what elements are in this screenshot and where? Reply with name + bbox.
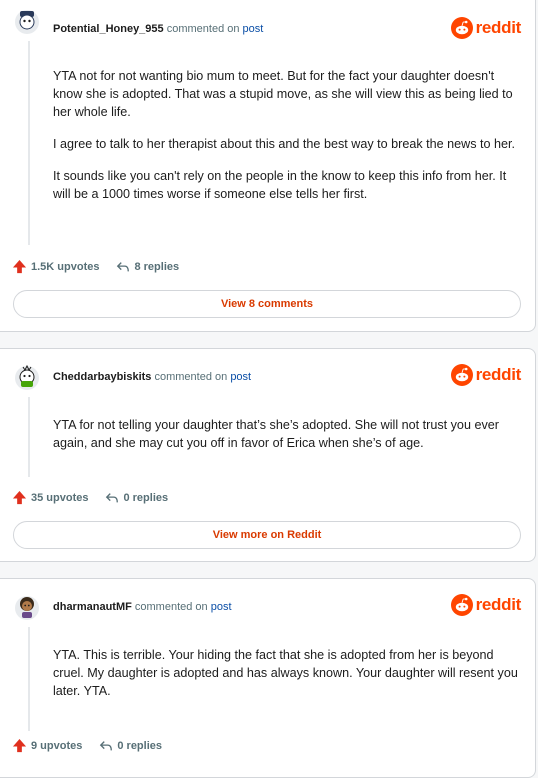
upvote-count: 1.5K upvotes <box>31 260 100 273</box>
reply-count: 8 replies <box>134 260 180 273</box>
reply-count: 0 replies <box>123 491 169 504</box>
comment-paragraph: It sounds like you can't rely on the peo… <box>53 169 507 201</box>
username[interactable]: Cheddarbaybiskits <box>53 371 151 383</box>
thread-line <box>28 397 30 477</box>
post-link[interactable]: post <box>211 601 232 613</box>
comment-actions: 35 upvotes 0 replies <box>12 490 185 505</box>
reddit-logo-text: reddit <box>475 18 522 37</box>
comment-paragraph: YTA for not telling your daughter that’s… <box>53 418 499 450</box>
comment-body: YTA not for not wanting bio mum to meet.… <box>53 67 523 217</box>
upvote-button[interactable]: 35 upvotes <box>12 490 88 505</box>
reply-count: 0 replies <box>117 739 162 752</box>
comment-body: YTA. This is terrible. Your hiding the f… <box>53 646 523 714</box>
thread-line <box>28 41 30 245</box>
reply-arrow-icon <box>106 492 119 502</box>
username[interactable]: dharmanautMF <box>53 601 132 613</box>
username[interactable]: Potential_Honey_955 <box>53 23 164 35</box>
user-avatar-icon[interactable] <box>12 361 42 391</box>
upvote-button[interactable]: 9 upvotes <box>12 738 82 753</box>
reddit-logo-text: reddit <box>475 365 522 384</box>
comment-card: Cheddarbaybiskits commented on post redd… <box>0 348 536 562</box>
comment-header: dharmanautMF commented on post <box>53 601 232 613</box>
comment-header: Potential_Honey_955 commented on post <box>53 23 263 35</box>
reply-arrow-icon <box>100 740 113 750</box>
reddit-logo[interactable]: reddit <box>450 364 522 386</box>
upvote-count: 35 upvotes <box>31 491 89 504</box>
user-avatar-icon[interactable] <box>12 591 42 621</box>
comment-paragraph: YTA not for not wanting bio mum to meet.… <box>53 69 513 119</box>
reply-button[interactable]: 8 replies <box>116 260 179 274</box>
upvote-arrow-icon <box>12 490 27 505</box>
reddit-logo-icon <box>450 17 473 39</box>
view-comments-button[interactable]: View 8 comments <box>13 290 521 318</box>
reddit-logo-icon <box>450 594 473 616</box>
reddit-logo[interactable]: reddit <box>450 17 522 39</box>
commented-on-text: commented on <box>154 371 228 383</box>
commented-on-text: commented on <box>134 601 208 613</box>
reddit-logo[interactable]: reddit <box>450 594 522 616</box>
comment-card: Potential_Honey_955 commented on post re… <box>0 0 536 332</box>
reply-button[interactable]: 0 replies <box>99 739 162 753</box>
upvote-button[interactable]: 1.5K upvotes <box>12 259 99 274</box>
upvote-count: 9 upvotes <box>31 739 83 752</box>
post-link[interactable]: post <box>230 371 251 383</box>
view-more-on-reddit-button[interactable]: View more on Reddit <box>13 521 521 549</box>
comment-paragraph: YTA. This is terrible. Your hiding the f… <box>53 648 518 698</box>
comment-actions: 9 upvotes 0 replies <box>12 738 179 753</box>
reply-arrow-icon <box>117 261 130 271</box>
post-link[interactable]: post <box>243 23 264 35</box>
thread-line <box>28 627 30 731</box>
upvote-arrow-icon <box>12 259 27 274</box>
comment-card: dharmanautMF commented on post reddit YT… <box>0 578 536 778</box>
comment-actions: 1.5K upvotes 8 replies <box>12 259 196 274</box>
comment-paragraph: I agree to talk to her therapist about t… <box>53 137 516 151</box>
comment-body: YTA for not telling your daughter that’s… <box>53 416 523 466</box>
comment-header: Cheddarbaybiskits commented on post <box>53 371 251 383</box>
reddit-logo-text: reddit <box>475 595 522 614</box>
user-avatar-icon[interactable] <box>12 5 42 35</box>
commented-on-text: commented on <box>166 23 240 35</box>
upvote-arrow-icon <box>12 738 27 753</box>
reply-button[interactable]: 0 replies <box>105 491 168 505</box>
reddit-logo-icon <box>450 364 473 386</box>
